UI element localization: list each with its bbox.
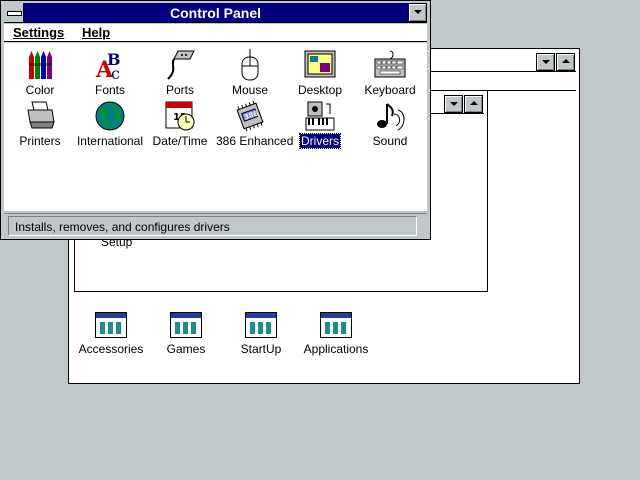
main-group-maximize-button[interactable] — [464, 95, 483, 113]
group-startup[interactable]: StartUp — [226, 312, 296, 356]
control-panel-menubar: Settings Help — [4, 24, 427, 42]
keyboard-icon — [374, 49, 406, 81]
menu-help[interactable]: Help — [82, 25, 110, 40]
cp-desktop[interactable]: Desktop — [285, 49, 355, 97]
main-group-minimize-button[interactable] — [444, 95, 463, 113]
cp-icon-label: Color — [25, 83, 55, 97]
group-label: Games — [166, 342, 206, 356]
program-group-icon — [320, 312, 352, 338]
cp-icon-label: Desktop — [297, 83, 343, 97]
cp-mouse[interactable]: Mouse — [215, 49, 285, 97]
ports-connector-icon — [164, 49, 196, 81]
cp-printers[interactable]: Printers — [5, 100, 75, 148]
control-panel-titlebar[interactable]: Control Panel — [4, 3, 427, 23]
window-title: Control Panel — [169, 5, 261, 21]
minimize-button[interactable] — [408, 3, 427, 22]
cp-icon-label: Fonts — [94, 83, 125, 97]
cp-icon-label: Drivers — [299, 133, 341, 149]
fonts-icon: A B c — [94, 49, 126, 83]
menu-settings[interactable]: Settings — [13, 25, 64, 40]
sound-note-icon — [374, 100, 406, 132]
globe-icon — [94, 100, 126, 132]
cp-icon-label: 386 Enhanced — [216, 134, 294, 148]
group-label: Applications — [303, 342, 369, 356]
cp-datetime[interactable]: 12 Date/Time — [145, 100, 215, 148]
chip-386-icon: 386 — [234, 100, 266, 132]
control-panel-icon-area: Color A B c Fonts Ports Mouse Desktop Ke… — [4, 43, 427, 211]
cp-icon-label: Printers — [19, 134, 61, 148]
status-bar: Installs, removes, and configures driver… — [4, 213, 427, 237]
program-group-icon — [95, 312, 127, 338]
cp-icon-label: Sound — [372, 134, 408, 148]
color-crayons-icon — [24, 49, 56, 81]
cp-icon-label: International — [76, 134, 144, 148]
drivers-icon — [304, 100, 336, 132]
control-panel-window[interactable]: Control Panel Settings Help Color A B c … — [0, 0, 431, 240]
maximize-button[interactable] — [556, 53, 575, 71]
menu-settings-label: Settings — [13, 25, 65, 40]
cp-drivers[interactable]: Drivers — [285, 100, 355, 149]
cp-keyboard[interactable]: Keyboard — [355, 49, 425, 97]
minimize-button[interactable] — [536, 53, 555, 71]
group-label: StartUp — [240, 342, 282, 356]
cp-fonts[interactable]: A B c Fonts — [75, 49, 145, 97]
cp-icon-label: Ports — [165, 83, 194, 97]
program-group-icons: Accessories Games StartUp Applications — [79, 312, 380, 362]
cp-sound[interactable]: Sound — [355, 100, 425, 148]
cp-international[interactable]: International — [75, 100, 145, 148]
menu-help-label: Help — [82, 25, 111, 40]
svg-text:c: c — [111, 64, 120, 81]
group-games[interactable]: Games — [151, 312, 221, 356]
clock-calendar-icon: 12 — [164, 100, 196, 132]
program-group-icon — [245, 312, 277, 338]
cp-386-enhanced[interactable]: 386 386 Enhanced — [215, 100, 293, 148]
group-accessories[interactable]: Accessories — [76, 312, 146, 356]
group-applications[interactable]: Applications — [301, 312, 371, 356]
cp-icon-label: Mouse — [231, 83, 269, 97]
printer-icon — [24, 100, 56, 132]
cp-ports[interactable]: Ports — [145, 49, 215, 97]
program-group-icon — [170, 312, 202, 338]
desktop-icon — [304, 49, 336, 81]
mouse-icon — [234, 49, 266, 81]
status-text: Installs, removes, and configures driver… — [8, 216, 417, 236]
cp-color[interactable]: Color — [5, 49, 75, 97]
cp-icon-label: Keyboard — [364, 83, 416, 97]
group-label: Accessories — [78, 342, 144, 356]
cp-icon-label: Date/Time — [152, 134, 208, 148]
